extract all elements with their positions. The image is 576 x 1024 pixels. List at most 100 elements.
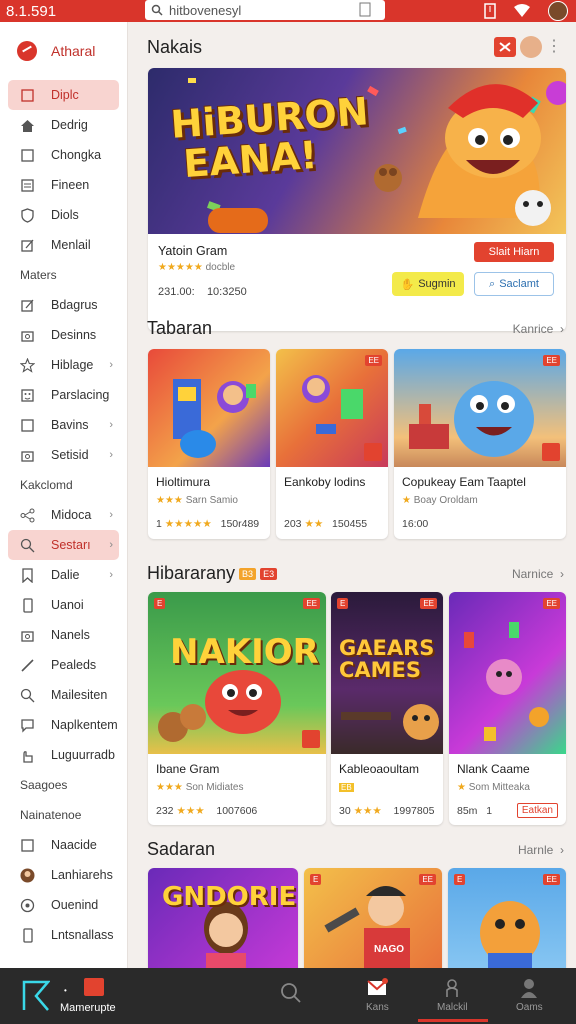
sidebar-item[interactable]: Desinns: [8, 320, 119, 350]
sidebar-item-label: Fineen: [51, 178, 90, 192]
game-thumbnail: GAEARS CAMES E EE: [331, 592, 443, 754]
sidebar-item[interactable]: Midoca ›: [8, 500, 119, 530]
sidebar-item[interactable]: Chongka: [8, 140, 119, 170]
game-card[interactable]: E EE: [448, 868, 566, 968]
rating-stars: ★★★★★: [158, 262, 206, 273]
phone-icon: [20, 597, 35, 613]
see-more-link[interactable]: Harnle ›: [518, 843, 564, 857]
nav-malckil[interactable]: Malckil: [437, 978, 468, 1013]
sidebar-item[interactable]: Hiblage ›: [8, 350, 119, 380]
game-card[interactable]: NAKIOR E EE Ibane Gram ★★★ Son Midiates …: [148, 592, 326, 825]
sidebar-item[interactable]: Bavins ›: [8, 410, 119, 440]
see-more-link[interactable]: Narnice ›: [512, 567, 564, 581]
game-thumbnail: [148, 349, 270, 467]
game-badge: EE: [543, 355, 560, 366]
game-card[interactable]: GAEARS CAMES E EE Kableoaoultam EB 30 ★★…: [331, 592, 443, 825]
chat-icon: [20, 718, 35, 733]
get-button[interactable]: Eatkan: [516, 803, 558, 818]
more-icon[interactable]: ⋮: [546, 36, 562, 56]
gift-icon[interactable]: [84, 978, 104, 996]
game-card[interactable]: EE Nlank Caame ★ Som Mitteaka 85m 1 Eatk…: [449, 592, 566, 825]
start-button[interactable]: Slait Hiarn: [474, 242, 554, 262]
game-art: [173, 379, 256, 458]
list-icon: [20, 178, 35, 193]
section-tag: B3: [239, 567, 257, 580]
shuffle-button[interactable]: [494, 37, 516, 57]
sidebar-item[interactable]: Uanoi: [8, 590, 119, 620]
sidebar-item[interactable]: Sestarı ›: [8, 530, 119, 560]
nav-kans[interactable]: Kans: [366, 978, 389, 1013]
status-icons: [484, 0, 568, 22]
sidebar-item[interactable]: Diplc: [8, 80, 119, 110]
meta-right: 150r489: [220, 518, 260, 530]
sidebar-item-label: Lanhiarehs: [51, 868, 113, 882]
user-avatar[interactable]: [548, 1, 568, 21]
sidebar-item[interactable]: Luguurradb: [8, 740, 119, 770]
sidebar-item[interactable]: Lntsnallass: [8, 920, 119, 950]
wifi-icon: [514, 4, 530, 17]
sidebar-item[interactable]: Bdagrus: [8, 290, 119, 320]
sidebar-item-label: Menlail: [51, 238, 91, 252]
see-more-link[interactable]: Kanrice ›: [513, 322, 564, 336]
mail-icon: [367, 978, 389, 995]
sidebar-item[interactable]: Dedrig: [8, 110, 119, 140]
chevron-right-icon: ›: [109, 539, 113, 551]
meta-right: 1997805: [393, 805, 435, 817]
tablet-icon[interactable]: [484, 3, 496, 19]
sidebar-item[interactable]: Naplkentem: [8, 710, 119, 740]
search-games-button[interactable]: ⌕ Saclamt: [474, 272, 554, 296]
game-meta: 30 ★★★ 1997805: [339, 805, 435, 817]
game-subtitle: ★★★ Sarn Samio: [156, 495, 238, 506]
play-icon[interactable]: [364, 443, 382, 461]
game-subtitle: [284, 495, 380, 506]
game-card[interactable]: EE Copukeay Eam Taaptel ★ Boay Oroldam 1…: [394, 349, 566, 539]
featured-card[interactable]: HiBURON EANA! Yatoin Gram ★★★★★ docble 2…: [148, 68, 566, 331]
square-icon: [20, 88, 35, 103]
sidebar-item[interactable]: Menlail: [8, 230, 119, 260]
document-icon[interactable]: [359, 2, 371, 17]
game-card[interactable]: NAGO E EE: [304, 868, 442, 968]
edit-icon: [20, 298, 35, 313]
shield-icon: [20, 207, 35, 223]
brand-name: Atharal: [51, 43, 96, 59]
nav-oams[interactable]: Oams: [516, 978, 543, 1013]
nav-search[interactable]: [280, 982, 302, 1004]
game-subtitle: EB: [339, 783, 354, 792]
sidebar-section-title: Maters: [20, 268, 57, 282]
sidebar-item[interactable]: Mailesiten: [8, 680, 119, 710]
app-logo-icon[interactable]: [22, 978, 51, 1017]
sidebar-item[interactable]: Setisid ›: [8, 440, 119, 470]
sidebar-item[interactable]: Diols: [8, 200, 119, 230]
sidebar-item[interactable]: Dalie ›: [8, 560, 119, 590]
sidebar-item[interactable]: Naacide: [8, 830, 119, 860]
play-icon[interactable]: [302, 730, 320, 748]
sidebar-item-label: Naplkentem: [51, 718, 118, 732]
sidebar-item[interactable]: Lanhiarehs: [8, 860, 119, 890]
sidebar-item-label: Setisid: [51, 448, 89, 462]
sidebar-brand[interactable]: Atharal: [0, 22, 127, 80]
sidebar-item[interactable]: Nanels: [8, 620, 119, 650]
game-meta: 16:00: [402, 518, 558, 530]
game-subtitle-text: Son Midiates: [185, 782, 244, 793]
featured-meta: 231.00: 10:3250: [158, 286, 247, 298]
section-title: Hibararany: [147, 563, 236, 583]
play-icon[interactable]: [542, 443, 560, 461]
meta-right: 1007606: [216, 805, 258, 817]
nav-label: Kans: [366, 1002, 389, 1013]
sidebar-item[interactable]: Pealeds: [8, 650, 119, 680]
game-card[interactable]: Hioltimura ★★★ Sarn Samio 1 ★★★★★ 150r48…: [148, 349, 270, 539]
game-card[interactable]: EE Eankoby lodins 203 ★★ 150455: [276, 349, 388, 539]
sidebar-item[interactable]: Ouenind: [8, 890, 119, 920]
meta-right: 150455: [332, 518, 368, 530]
sidebar-item-label: Ouenind: [51, 898, 99, 912]
sidebar-item[interactable]: Parslacing: [8, 380, 119, 410]
sidebar-item-label: Midoca: [51, 508, 92, 522]
signup-button[interactable]: ✋ Sugmin: [392, 272, 464, 296]
sidebar-item[interactable]: Fineen: [8, 170, 119, 200]
profile-avatar[interactable]: [520, 36, 542, 58]
game-meta: 232 ★★★ 1007606: [156, 805, 258, 817]
search-input[interactable]: hitbovenesyl: [145, 0, 385, 20]
game-card[interactable]: GNDORIEN: [148, 868, 298, 968]
section-title-featured: Nakais: [147, 37, 202, 58]
sidebar-item-label: Pealeds: [51, 658, 97, 672]
